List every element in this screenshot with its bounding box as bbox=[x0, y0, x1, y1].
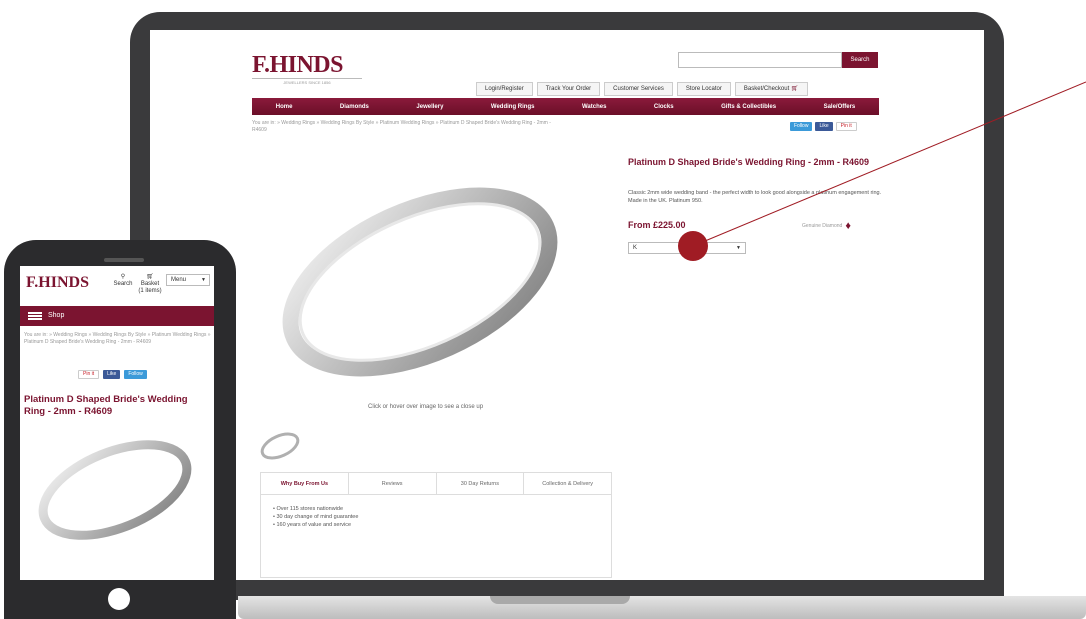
annotation-dot bbox=[678, 231, 708, 261]
twitter-follow-button[interactable]: Follow bbox=[124, 370, 147, 379]
phone-speaker bbox=[104, 258, 144, 262]
facebook-like-button[interactable]: Like bbox=[103, 370, 121, 379]
annotation-line bbox=[692, 81, 1086, 247]
mobile-logo[interactable]: F.HINDS bbox=[26, 274, 89, 292]
phone-home-button bbox=[108, 588, 130, 610]
mobile-search-button[interactable]: ⚲ Search bbox=[112, 274, 134, 288]
search-icon: ⚲ bbox=[120, 274, 126, 280]
mobile-search-label: Search bbox=[113, 281, 133, 287]
mobile-social-buttons: Pin it Like Follow bbox=[78, 370, 147, 379]
mobile-ring-image bbox=[38, 440, 192, 540]
mobile-product-image[interactable] bbox=[30, 428, 200, 553]
mobile-menu-label: Menu bbox=[171, 277, 187, 283]
mobile-menu-select[interactable]: Menu ▼ bbox=[166, 274, 210, 286]
mobile-basket-count: (1 items) bbox=[138, 288, 162, 294]
mobile-basket-label: Basket bbox=[140, 281, 160, 287]
chevron-down-icon: ▼ bbox=[201, 277, 206, 283]
mobile-breadcrumb: You are in: » Wedding Rings » Wedding Ri… bbox=[24, 332, 211, 345]
mobile-product-title: Platinum D Shaped Bride's Wedding Ring -… bbox=[24, 394, 188, 417]
mobile-basket-button[interactable]: 🛒︎ Basket (1 items) bbox=[136, 274, 164, 295]
basket-icon: 🛒︎ bbox=[146, 274, 154, 280]
hamburger-icon bbox=[28, 312, 42, 320]
mobile-site: F.HINDS ⚲ Search 🛒︎ Basket (1 items) Men… bbox=[20, 266, 214, 580]
composite-stage: F.HINDS JEWELLERS SINCE 1856 Search Logi… bbox=[0, 0, 1086, 619]
pinterest-button[interactable]: Pin it bbox=[78, 370, 100, 379]
mobile-shop-label: Shop bbox=[48, 312, 65, 319]
mobile-shop-bar[interactable]: Shop bbox=[20, 306, 214, 326]
